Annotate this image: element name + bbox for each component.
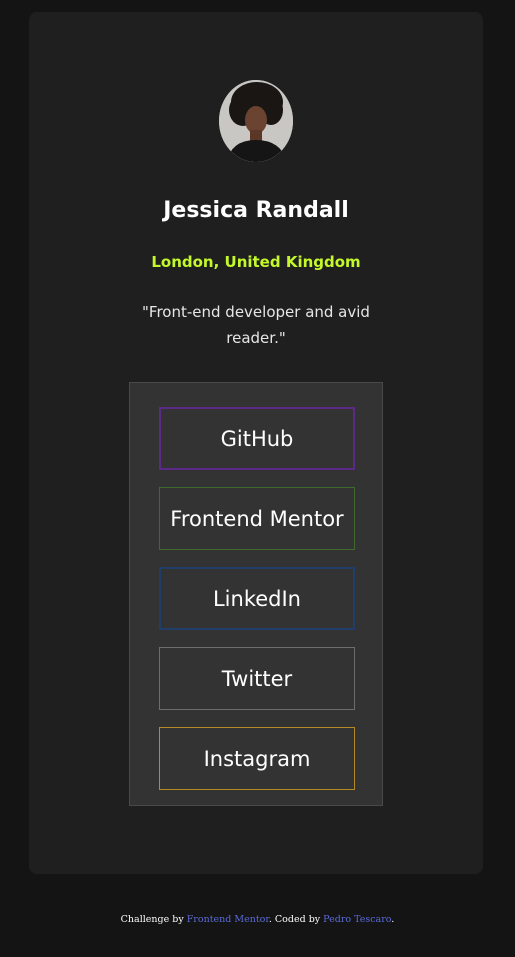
avatar [219,80,293,162]
author-footer-link[interactable]: Pedro Tescaro [323,914,391,925]
twitter-link-button[interactable]: Twitter [159,647,355,710]
linkedin-link-button[interactable]: LinkedIn [159,567,355,630]
footer-suffix: . [391,914,395,925]
instagram-link-button[interactable]: Instagram [159,727,355,790]
profile-name: Jessica Randall [163,198,349,223]
footer-prefix: Challenge by [120,914,187,925]
links-panel: GitHub Frontend Mentor LinkedIn Twitter … [129,382,383,806]
footer-middle: . Coded by [268,914,324,925]
frontend-mentor-footer-link[interactable]: Frontend Mentor [187,914,269,925]
github-link-button[interactable]: GitHub [159,407,355,470]
profile-bio: "Front-end developer and avid reader." [142,303,370,347]
avatar-image [219,80,293,162]
profile-card: Jessica Randall London, United Kingdom "… [29,12,483,874]
frontend-mentor-link-button[interactable]: Frontend Mentor [159,487,355,550]
profile-location: London, United Kingdom [151,253,361,271]
attribution-footer: Challenge by Frontend Mentor. Coded by P… [0,914,515,925]
